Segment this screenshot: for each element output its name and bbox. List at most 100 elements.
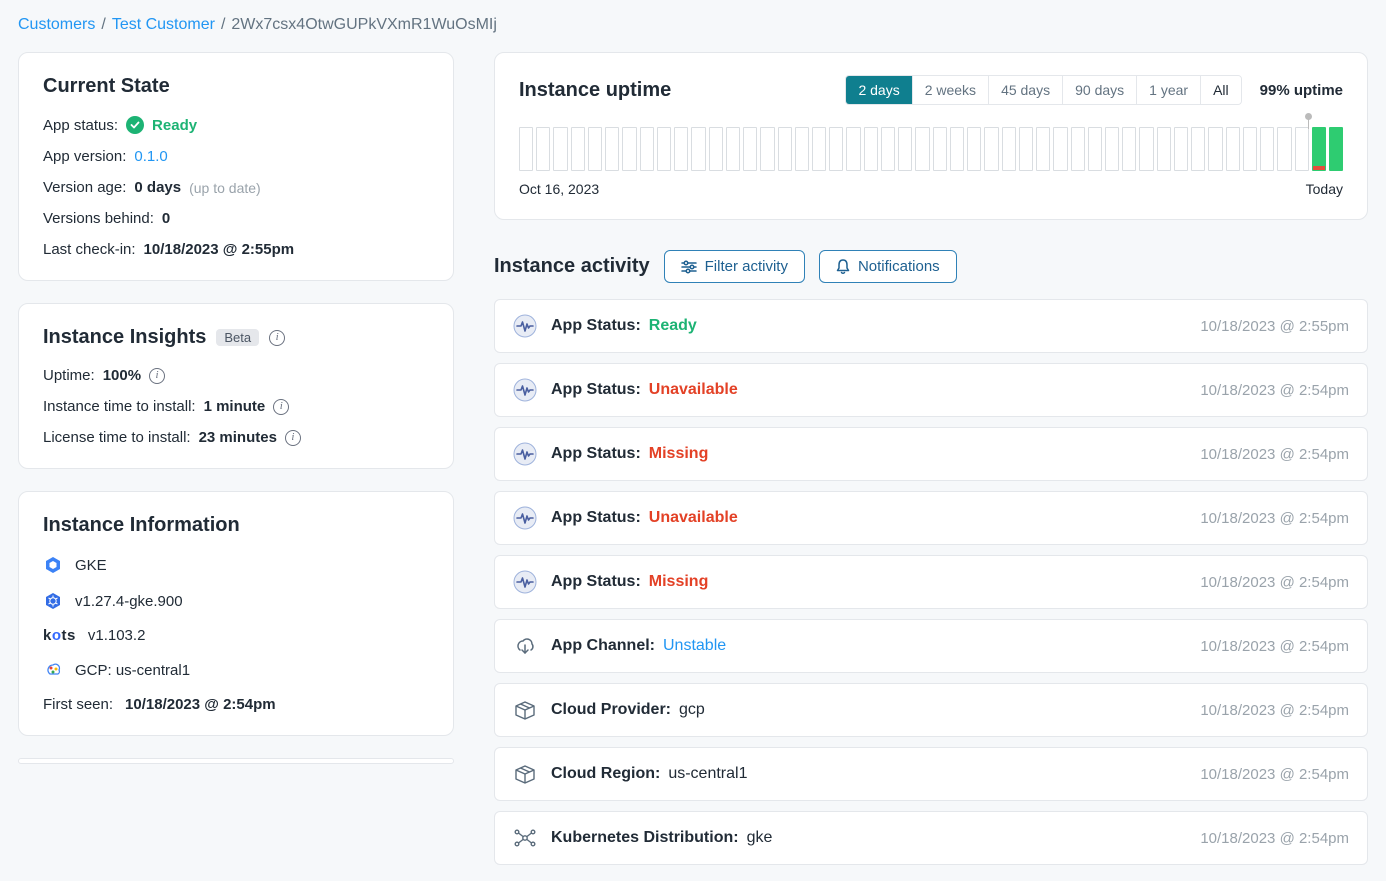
- breadcrumb-customer[interactable]: Test Customer: [112, 16, 215, 34]
- activity-row[interactable]: App Status:Ready10/18/2023 @ 2:55pm: [494, 299, 1368, 353]
- activity-row[interactable]: Cloud Region:us-central110/18/2023 @ 2:5…: [494, 747, 1368, 801]
- activity-timestamp: 10/18/2023 @ 2:54pm: [1200, 510, 1349, 527]
- uptime-bar: [709, 127, 723, 171]
- uptime-summary: 99% uptime: [1260, 82, 1343, 99]
- range-all[interactable]: All: [1201, 76, 1241, 104]
- uptime-bar: [950, 127, 964, 171]
- insights-title: Instance Insights: [43, 326, 206, 349]
- activity-row[interactable]: App Channel:Unstable10/18/2023 @ 2:54pm: [494, 619, 1368, 673]
- versions-behind-label: Versions behind:: [43, 210, 154, 227]
- uptime-bar: [1295, 127, 1309, 171]
- range-1year[interactable]: 1 year: [1137, 76, 1201, 104]
- range-2days[interactable]: 2 days: [846, 76, 912, 104]
- uptime-bar: [1312, 127, 1326, 171]
- last-checkin-value: 10/18/2023 @ 2:55pm: [144, 241, 295, 258]
- uptime-bar: [726, 127, 740, 171]
- uptime-bar: [657, 127, 671, 171]
- info-icon[interactable]: i: [285, 430, 301, 446]
- pulse-icon: [513, 378, 537, 402]
- activity-row[interactable]: App Status:Unavailable10/18/2023 @ 2:54p…: [494, 363, 1368, 417]
- uptime-bar: [536, 127, 550, 171]
- activity-label: App Status:: [551, 381, 641, 399]
- app-version-value[interactable]: 0.1.0: [134, 148, 167, 165]
- ltti-value: 23 minutes: [199, 429, 277, 446]
- uptime-bar: [967, 127, 981, 171]
- activity-label: App Status:: [551, 573, 641, 591]
- ltti-label: License time to install:: [43, 429, 191, 446]
- network-icon: [513, 826, 537, 850]
- uptime-bar: [1191, 127, 1205, 171]
- app-version-label: App version:: [43, 148, 126, 165]
- uptime-label: Uptime:: [43, 367, 95, 384]
- tti-label: Instance time to install:: [43, 398, 196, 415]
- uptime-bar: [622, 127, 636, 171]
- bell-icon: [836, 259, 850, 275]
- activity-row[interactable]: Cloud Provider: gcp 10/18/2023 @ 2:54pm: [494, 683, 1368, 737]
- uptime-bar: [1105, 127, 1119, 171]
- info-icon[interactable]: i: [149, 368, 165, 384]
- uptime-bar: [1226, 127, 1240, 171]
- range-90days[interactable]: 90 days: [1063, 76, 1137, 104]
- first-seen-label: First seen:: [43, 696, 113, 713]
- activity-row[interactable]: App Status:Missing10/18/2023 @ 2:54pm: [494, 427, 1368, 481]
- cloud-icon: [513, 634, 537, 658]
- activity-list: App Status:Ready10/18/2023 @ 2:55pmApp S…: [494, 299, 1368, 865]
- uptime-bar: [1277, 127, 1291, 171]
- activity-label: App Status:: [551, 445, 641, 463]
- uptime-bar: [1036, 127, 1050, 171]
- uptime-today-marker: [1308, 117, 1309, 129]
- activity-row[interactable]: App Status:Unavailable10/18/2023 @ 2:54p…: [494, 491, 1368, 545]
- uptime-bar: [829, 127, 843, 171]
- instance-info-card: Instance Information GKE v1.27.4-gke.900: [18, 491, 454, 736]
- first-seen-value: 10/18/2023 @ 2:54pm: [125, 696, 276, 713]
- version-age-label: Version age:: [43, 179, 126, 196]
- uptime-bar: [1329, 127, 1343, 171]
- range-45days[interactable]: 45 days: [989, 76, 1063, 104]
- uptime-bar: [1053, 127, 1067, 171]
- tti-value: 1 minute: [204, 398, 266, 415]
- activity-row[interactable]: App Status:Missing10/18/2023 @ 2:54pm: [494, 555, 1368, 609]
- k8s-icon: [43, 591, 63, 611]
- uptime-bar: [605, 127, 619, 171]
- activity-value: Unavailable: [649, 509, 738, 527]
- last-checkin-label: Last check-in:: [43, 241, 136, 258]
- activity-value: gcp: [679, 701, 705, 719]
- pulse-icon: [513, 570, 537, 594]
- uptime-bar: [553, 127, 567, 171]
- activity-timestamp: 10/18/2023 @ 2:54pm: [1200, 638, 1349, 655]
- activity-label: Cloud Region:: [551, 765, 660, 783]
- info-icon[interactable]: i: [269, 330, 285, 346]
- uptime-bar: [864, 127, 878, 171]
- info-icon[interactable]: i: [273, 399, 289, 415]
- kots-icon: kots: [43, 627, 76, 644]
- instance-info-title: Instance Information: [43, 514, 429, 537]
- activity-value: Unstable: [663, 637, 726, 655]
- activity-value: Unavailable: [649, 381, 738, 399]
- uptime-axis-end: Today: [1306, 181, 1343, 197]
- uptime-bar: [519, 127, 533, 171]
- pulse-icon: [513, 506, 537, 530]
- activity-row[interactable]: Kubernetes Distribution:gke10/18/2023 @ …: [494, 811, 1368, 865]
- activity-timestamp: 10/18/2023 @ 2:54pm: [1200, 446, 1349, 463]
- notifications-button[interactable]: Notifications: [819, 250, 957, 283]
- k8s-version: v1.27.4-gke.900: [75, 593, 183, 610]
- partial-card: [18, 758, 454, 764]
- activity-label: App Status:: [551, 317, 641, 335]
- uptime-bar: [1243, 127, 1257, 171]
- uptime-bar: [1019, 127, 1033, 171]
- breadcrumb-root[interactable]: Customers: [18, 16, 95, 34]
- uptime-value: 100%: [103, 367, 141, 384]
- range-2weeks[interactable]: 2 weeks: [913, 76, 989, 104]
- activity-label: Kubernetes Distribution:: [551, 829, 739, 847]
- uptime-bar: [933, 127, 947, 171]
- activity-value: gke: [747, 829, 773, 847]
- beta-badge: Beta: [216, 329, 259, 346]
- activity-value: us-central1: [668, 765, 747, 783]
- filter-activity-button[interactable]: Filter activity: [664, 250, 805, 283]
- box-icon: [513, 698, 537, 722]
- versions-behind-value: 0: [162, 210, 170, 227]
- activity-timestamp: 10/18/2023 @ 2:54pm: [1200, 702, 1349, 719]
- cloud-value: GCP: us-central1: [75, 662, 190, 679]
- activity-label: Cloud Provider:: [551, 701, 671, 719]
- uptime-bar: [778, 127, 792, 171]
